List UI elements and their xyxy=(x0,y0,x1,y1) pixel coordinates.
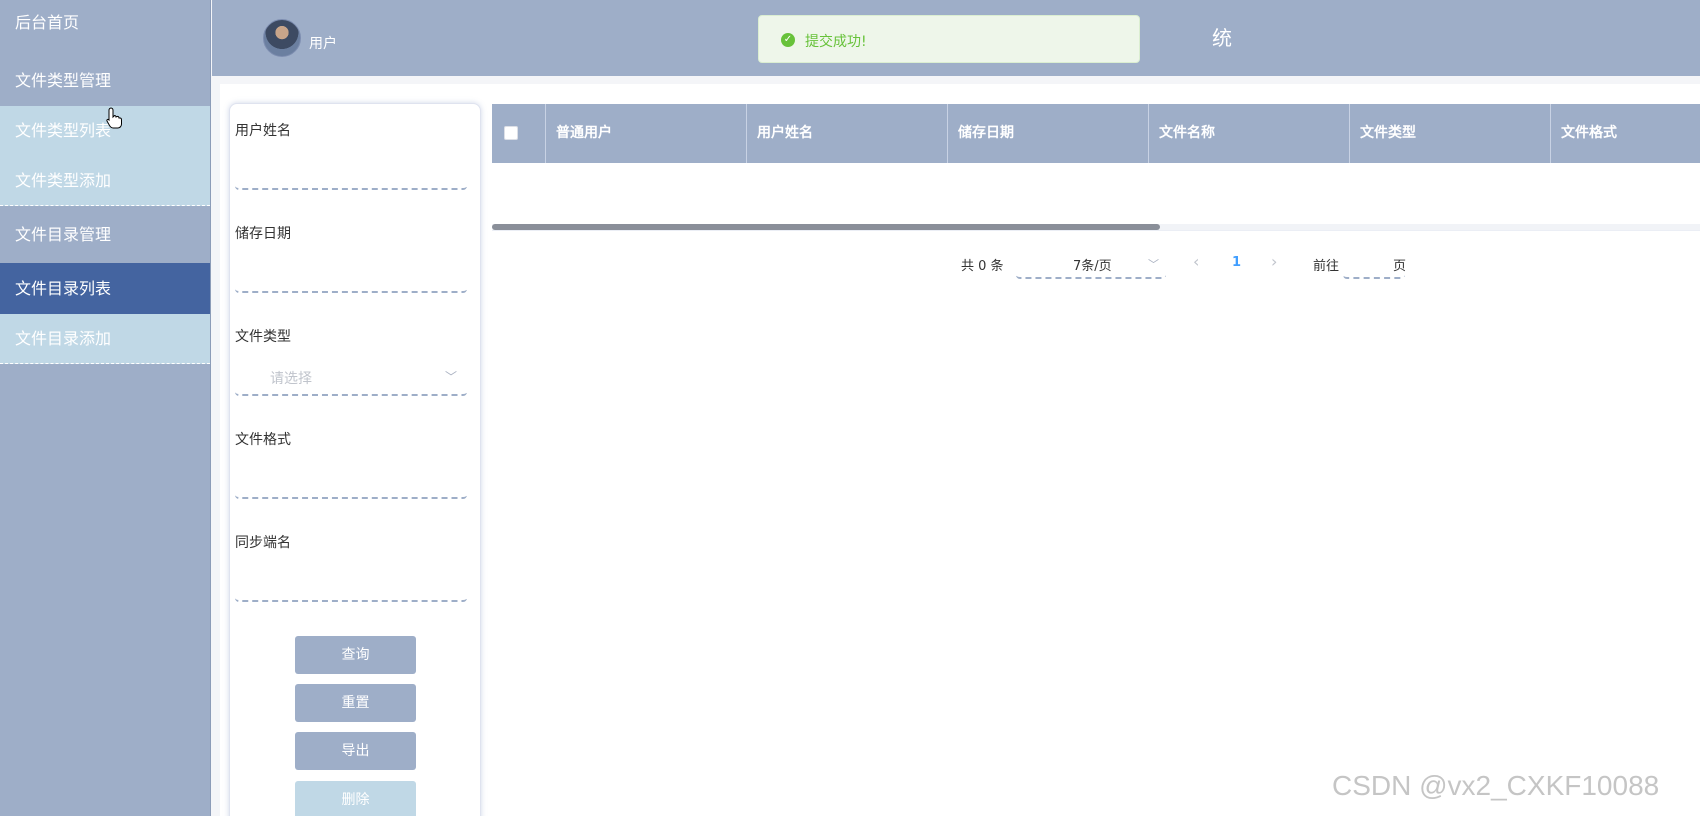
chevron-down-icon: ﹀ xyxy=(445,370,458,384)
delete-button[interactable]: 删除 xyxy=(295,781,416,816)
username[interactable]: 用户 xyxy=(309,33,337,53)
system-title: 统 xyxy=(1212,26,1232,50)
sidebar-item-file-type-add[interactable]: 文件类型添加 xyxy=(0,156,210,206)
file-format-input[interactable] xyxy=(235,459,467,499)
toast-message: 提交成功! xyxy=(805,34,867,50)
reset-button[interactable]: 重置 xyxy=(295,684,416,722)
column-header[interactable]: 文件类型 xyxy=(1350,104,1551,163)
page-size-value: 7条/页 xyxy=(1073,259,1112,274)
query-button[interactable]: 查询 xyxy=(295,636,416,674)
sidebar-item-file-dir-list[interactable]: 文件目录列表 xyxy=(0,263,210,314)
prev-page-icon[interactable]: ‹ xyxy=(1193,252,1199,271)
chevron-down-icon: ﹀ xyxy=(1148,258,1159,271)
sidebar-item-file-dir-manage[interactable]: 文件目录管理 xyxy=(0,206,210,263)
current-page-number[interactable]: 1 xyxy=(1232,255,1241,270)
column-header[interactable]: 文件格式 xyxy=(1551,104,1700,163)
sidebar-item-file-type-list[interactable]: 文件类型列表 xyxy=(0,106,210,156)
sidebar-item-file-dir-add[interactable]: 文件目录添加 xyxy=(0,314,210,364)
field-label-file-type: 文件类型 xyxy=(235,329,291,345)
file-type-select[interactable]: 请选择 ﹀ xyxy=(235,356,467,396)
success-toast: ✓ 提交成功! xyxy=(758,15,1140,63)
sidebar-item-home[interactable]: 后台首页 xyxy=(0,0,210,54)
column-header[interactable]: 普通用户 xyxy=(546,104,747,163)
sync-name-input[interactable] xyxy=(235,562,467,602)
field-label-username: 用户姓名 xyxy=(235,123,291,139)
field-label-file-format: 文件格式 xyxy=(235,432,291,448)
username-input[interactable] xyxy=(235,150,467,190)
page-size-select[interactable]: 7条/页 ﹀ xyxy=(1016,251,1166,279)
goto-suffix: 页 xyxy=(1393,259,1407,274)
watermark: CSDN @vx2_CXKF10088 xyxy=(1332,770,1660,801)
goto-label: 前往 xyxy=(1313,259,1340,274)
file-type-placeholder: 请选择 xyxy=(270,371,312,387)
column-header[interactable]: 储存日期 xyxy=(948,104,1149,163)
next-page-icon[interactable]: › xyxy=(1271,252,1277,271)
field-label-sync-name: 同步端名 xyxy=(235,535,291,551)
table-header: 普通用户 用户姓名 储存日期 文件名称 文件类型 文件格式 xyxy=(492,104,1700,163)
field-label-storage-date: 储存日期 xyxy=(235,226,291,242)
export-button[interactable]: 导出 xyxy=(295,732,416,770)
column-header[interactable]: 文件名称 xyxy=(1149,104,1350,163)
sidebar-item-file-type-manage[interactable]: 文件类型管理 xyxy=(0,54,210,106)
column-header[interactable]: 用户姓名 xyxy=(747,104,948,163)
storage-date-input[interactable] xyxy=(235,253,467,293)
select-all-checkbox[interactable] xyxy=(504,126,518,140)
check-circle-icon: ✓ xyxy=(781,33,795,47)
avatar[interactable] xyxy=(263,19,301,57)
pagination-total: 共 0 条 xyxy=(961,259,1004,274)
table-divider xyxy=(492,230,1700,231)
hand-cursor-icon xyxy=(106,107,122,129)
search-panel: 用户姓名 储存日期 文件类型 请选择 ﹀ 文件格式 同步端名 查询 重置 导出 … xyxy=(229,103,481,816)
select-all-cell xyxy=(492,104,546,163)
